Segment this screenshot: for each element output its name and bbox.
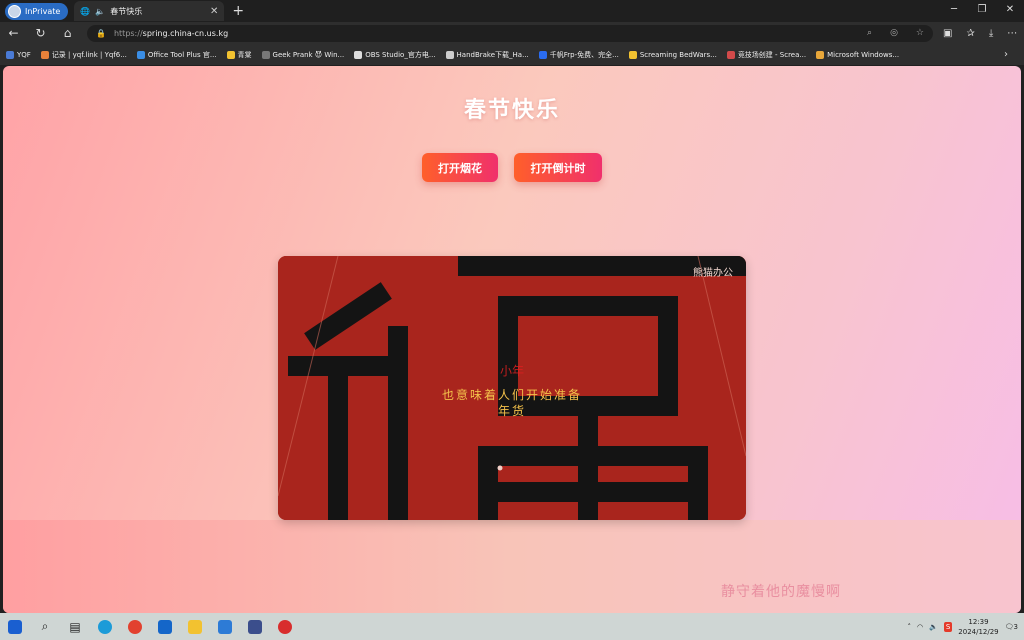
refresh-icon[interactable]: ↻ <box>27 26 54 40</box>
bookmark-icon <box>226 50 235 59</box>
clock[interactable]: 12:39 2024/12/29 <box>958 617 998 637</box>
inprivate-badge[interactable]: InPrivate <box>5 2 69 20</box>
fireworks-button[interactable]: 打开烟花 <box>422 153 498 182</box>
close-window-icon[interactable]: ✕ <box>996 0 1024 20</box>
bookmark-item[interactable]: 千帆Frp-免费、完全... <box>538 50 619 60</box>
clock-time: 12:39 <box>968 617 989 626</box>
favorite-star-icon[interactable]: ☆ <box>916 28 924 38</box>
more-menu-icon[interactable]: ⋯ <box>1007 28 1017 39</box>
file-explorer-icon[interactable] <box>180 613 210 640</box>
vpn-icon[interactable] <box>240 613 270 640</box>
network-icon[interactable]: ◠ <box>917 623 923 631</box>
bookmark-item[interactable]: Geek Prank 😈 Win... <box>261 50 344 59</box>
url-host: spring.china-cn.us.kg <box>142 28 229 38</box>
bookmarks-bar: YQF 记录 | yqf.link | Yqf6... Office Tool … <box>0 44 1024 65</box>
bookmark-icon <box>40 50 49 59</box>
countdown-button[interactable]: 打开倒计时 <box>514 153 602 182</box>
home-icon[interactable]: ⌂ <box>54 26 81 40</box>
bookmark-icon <box>628 50 637 59</box>
ime-icon[interactable]: S <box>943 621 953 632</box>
chevron-up-icon[interactable]: ˄ <box>908 623 912 631</box>
bookmark-icon <box>726 50 735 59</box>
bookmark-icon <box>136 50 145 59</box>
notification-count: 3 <box>1013 622 1018 631</box>
video-watermark: 熊猫办公 <box>693 268 733 279</box>
web-page: 春节快乐 打开烟花 打开倒计时 熊猫办公 小年 也意味着人们开始准备 年货 静守… <box>3 66 1021 613</box>
bookmark-icon <box>6 50 14 59</box>
edge-icon[interactable] <box>90 613 120 640</box>
url-input[interactable]: 🔒 https://spring.china-cn.us.kg ⌕ ◎ ☆ <box>87 24 933 42</box>
search-icon[interactable]: ⌕ <box>30 613 60 640</box>
bookmark-icon <box>261 50 270 59</box>
chrome-icon[interactable] <box>120 613 150 640</box>
page-title: 春节快乐 <box>463 98 560 123</box>
zoom-icon[interactable]: ⌕ <box>867 28 872 38</box>
video-subtitle-red: 小年 <box>499 364 524 378</box>
back-icon[interactable]: ← <box>0 26 27 40</box>
system-tray: ˄ ◠ 🔈 S 12:39 2024/12/29 🗨3 <box>908 613 1024 640</box>
bookmark-item[interactable]: Microsoft Windows... <box>816 50 899 59</box>
bookmark-item[interactable]: 记录 | yqf.link | Yqf6... <box>40 50 127 60</box>
outlook-icon[interactable] <box>150 613 180 640</box>
favorites-icon[interactable]: ✰ <box>966 28 974 39</box>
url-protocol: https:// <box>113 28 143 38</box>
volume-icon[interactable]: 🔈 <box>929 623 938 631</box>
tab-title: 春节快乐 <box>110 6 143 16</box>
video-subtitle-line2: 年货 <box>497 404 526 418</box>
new-tab-button[interactable]: + <box>232 3 244 19</box>
avatar <box>8 4 21 18</box>
clock-date: 2024/12/29 <box>958 627 999 636</box>
inprivate-label: InPrivate <box>25 6 61 16</box>
globe-icon: 🌐 <box>80 6 91 16</box>
video-subtitle-line1: 也意味着人们开始准备 <box>441 388 582 402</box>
bookmark-item[interactable]: HandBrake下载_Ha... <box>445 50 529 60</box>
bookmark-icon <box>445 50 454 59</box>
close-tab-icon[interactable]: ✕ <box>210 6 218 17</box>
signature-text: 静守着他的魔慢啊 <box>721 584 841 600</box>
task-view-icon[interactable]: ▤ <box>60 613 90 640</box>
bookmark-icon <box>816 50 825 59</box>
netease-music-icon[interactable] <box>270 613 300 640</box>
restore-icon[interactable]: ❐ <box>968 0 996 20</box>
window-controls: ─ ❐ ✕ <box>940 0 1024 20</box>
bookmark-item[interactable]: 青棠 <box>226 50 252 60</box>
bookmark-item[interactable]: YQF <box>6 50 31 59</box>
minimize-icon[interactable]: ─ <box>940 0 968 20</box>
tab-active[interactable]: 🌐 🔈 春节快乐 ✕ <box>74 1 225 21</box>
taskbar: ⌕ ▤ ˄ ◠ 🔈 S 12:39 2024/12/29 🗨3 <box>0 613 1024 640</box>
tab-bar: InPrivate 🌐 🔈 春节快乐 ✕ + ─ ❐ ✕ <box>0 0 1024 22</box>
video-player[interactable]: 熊猫办公 小年 也意味着人们开始准备 年货 <box>278 256 746 520</box>
chevron-right-icon[interactable]: › <box>1004 49 1008 60</box>
split-screen-icon[interactable]: ▣ <box>943 28 952 39</box>
bookmark-item[interactable]: OBS Studio_官方电... <box>354 50 436 60</box>
notification-icon[interactable]: 🗨3 <box>1005 623 1018 631</box>
downloads-icon[interactable]: ⤓ <box>989 28 993 39</box>
bookmark-icon <box>354 50 363 59</box>
start-icon[interactable] <box>0 613 30 640</box>
speaker-icon[interactable]: 🔈 <box>95 7 105 16</box>
tracking-icon[interactable]: ◎ <box>890 28 898 38</box>
store-icon[interactable] <box>210 613 240 640</box>
lock-icon[interactable]: 🔒 <box>96 29 106 38</box>
bookmark-icon <box>538 50 547 59</box>
bookmark-item[interactable]: Screaming BedWars... <box>628 50 717 59</box>
bookmark-item[interactable]: 竞技场创建 - Screa... <box>726 50 806 60</box>
address-toolbar: ← ↻ ⌂ 🔒 https://spring.china-cn.us.kg ⌕ … <box>0 22 1024 44</box>
bookmark-item[interactable]: Office Tool Plus 官... <box>136 50 217 60</box>
